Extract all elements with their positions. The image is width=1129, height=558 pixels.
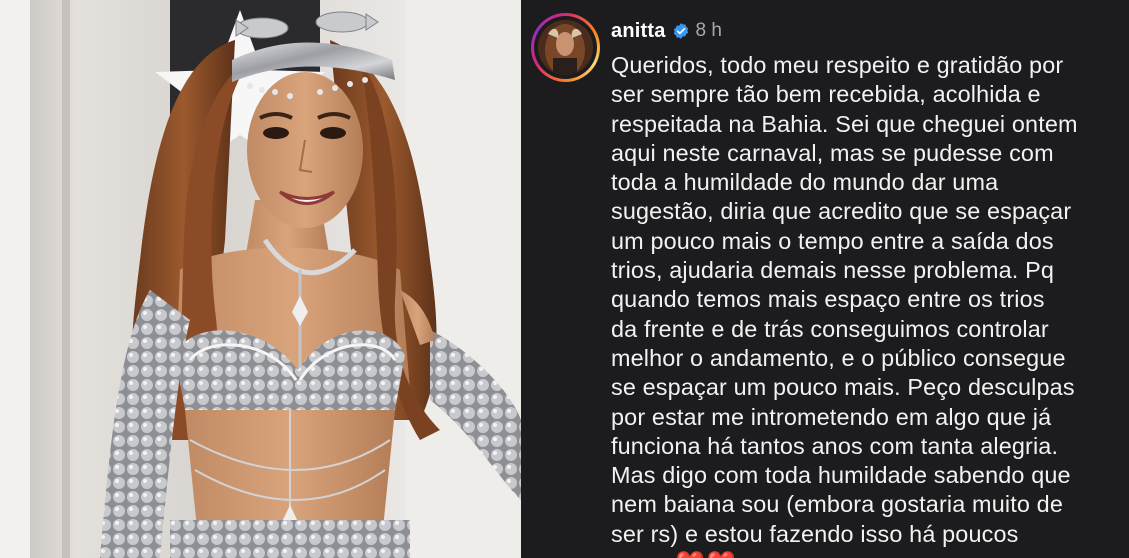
caption-panel: anitta 8 h Queridos, todo meu respeito e… [521,0,1129,558]
post-header: anitta 8 h [611,16,722,46]
caption-text: Queridos, todo meu respeito e gratidão p… [611,52,1078,558]
heart-emojis: ❤️❤️ [676,550,738,558]
post-timestamp: 8 h [695,20,722,41]
avatar[interactable] [538,20,593,75]
username[interactable]: anitta [611,20,666,43]
screenshot-canvas: anitta 8 h Queridos, todo meu respeito e… [0,0,1129,558]
avatar-icon [538,20,593,75]
story-ring[interactable] [531,13,600,82]
post-caption: Queridos, todo meu respeito e gratidão p… [611,51,1121,558]
photo-illustration [0,0,521,558]
verified-badge-icon [672,22,690,40]
post-photo [0,0,521,558]
